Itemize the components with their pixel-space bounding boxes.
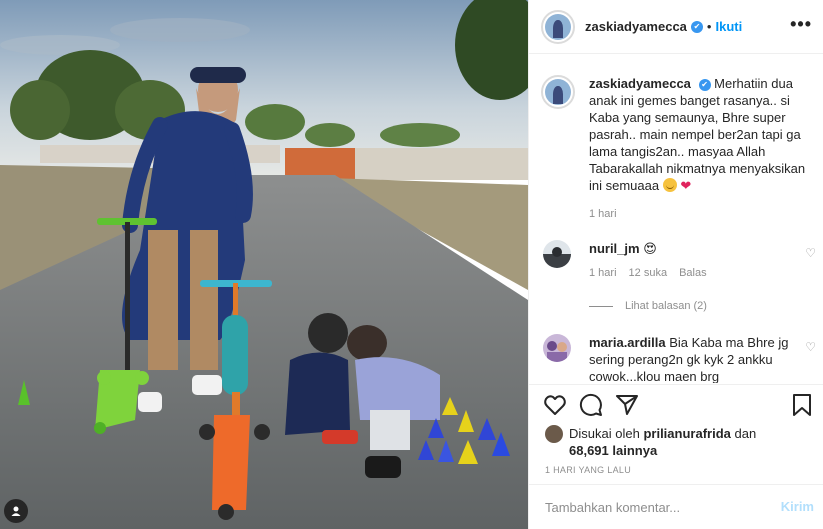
reply-button[interactable]: Balas — [679, 267, 707, 279]
more-options-icon[interactable]: ••• — [790, 14, 812, 35]
verified-icon: ✔ — [698, 79, 711, 91]
bookmark-icon[interactable] — [790, 393, 814, 417]
author-avatar[interactable] — [541, 9, 575, 44]
comment-meta: 1 hari 12 suka Balas — [589, 267, 816, 279]
separator-dot: • — [706, 19, 712, 34]
comment-time[interactable]: 1 hari — [589, 267, 617, 279]
post-side-panel: zaskiadyamecca ✔ • Ikuti ••• zaskiadyame… — [528, 0, 823, 529]
caption-avatar[interactable] — [541, 75, 575, 109]
view-replies-button[interactable]: Lihat balasan (2) — [589, 300, 707, 312]
comment-body: 😍 — [643, 241, 657, 256]
liker-username[interactable]: prilianurafrida — [643, 426, 730, 441]
comment-like-icon[interactable]: ♡ — [805, 340, 816, 354]
likes-prefix: Disukai oleh — [569, 426, 640, 441]
tag-user-button[interactable] — [4, 499, 28, 523]
comment-icon[interactable] — [579, 393, 603, 417]
author-username[interactable]: zaskiadyamecca — [585, 19, 687, 34]
heart-emoji-icon: ❤ — [680, 178, 692, 193]
comment-item: maria.ardilla Bia Kaba ma Bhre jg sering… — [541, 334, 816, 383]
comment-item: nuril_jm 😍 1 hari 12 suka Balas ♡ — [541, 240, 816, 279]
post-actions: Disukai oleh prilianurafrida dan 68,691 … — [529, 384, 823, 484]
tag-user-icon — [11, 506, 21, 516]
comment-username[interactable]: nuril_jm — [589, 241, 640, 256]
liker-avatar[interactable] — [545, 425, 563, 443]
commenter-avatar[interactable] — [543, 240, 571, 268]
caption-username[interactable]: zaskiadyamecca — [589, 76, 691, 91]
comment-likes[interactable]: 12 suka — [629, 267, 668, 279]
likes-count[interactable]: 68,691 lainnya — [569, 443, 657, 458]
likes-summary: Disukai oleh prilianurafrida dan 68,691 … — [545, 425, 789, 459]
post-photo[interactable] — [0, 0, 528, 529]
add-comment-bar: Kirim — [529, 484, 823, 529]
caption-time[interactable]: 1 hari — [589, 208, 816, 220]
comment-like-icon[interactable]: ♡ — [805, 246, 816, 260]
share-icon[interactable] — [615, 393, 639, 417]
follow-button[interactable]: Ikuti — [715, 19, 742, 34]
likes-text: Disukai oleh prilianurafrida dan 68,691 … — [569, 425, 789, 459]
post-header: zaskiadyamecca ✔ • Ikuti ••• — [529, 0, 823, 54]
avatar-image — [543, 334, 571, 362]
post-comment-button[interactable]: Kirim — [781, 499, 814, 514]
commenter-avatar[interactable] — [543, 334, 571, 362]
comment-text: nuril_jm 😍 — [589, 240, 816, 257]
photo-scene — [0, 0, 528, 529]
heart-icon[interactable] — [543, 393, 567, 417]
avatar-image — [543, 240, 571, 268]
action-icons — [543, 393, 639, 417]
smile-emoji-icon — [662, 178, 677, 192]
likes-conj: dan — [734, 426, 757, 441]
caption-body: Merhatiin dua anak ini gemes banget rasa… — [589, 76, 806, 193]
comment-text: maria.ardilla Bia Kaba ma Bhre jg sering… — [589, 334, 816, 383]
verified-icon: ✔ — [690, 20, 703, 33]
post-date[interactable]: 1 HARI YANG LALU — [545, 465, 631, 475]
caption-text: zaskiadyamecca ✔ Merhatiin dua anak ini … — [589, 75, 816, 194]
caption: zaskiadyamecca ✔ Merhatiin dua anak ini … — [541, 75, 816, 220]
comments-list[interactable]: zaskiadyamecca ✔ Merhatiin dua anak ini … — [529, 55, 823, 383]
comment-input[interactable] — [545, 499, 755, 515]
comment-username[interactable]: maria.ardilla — [589, 335, 666, 350]
